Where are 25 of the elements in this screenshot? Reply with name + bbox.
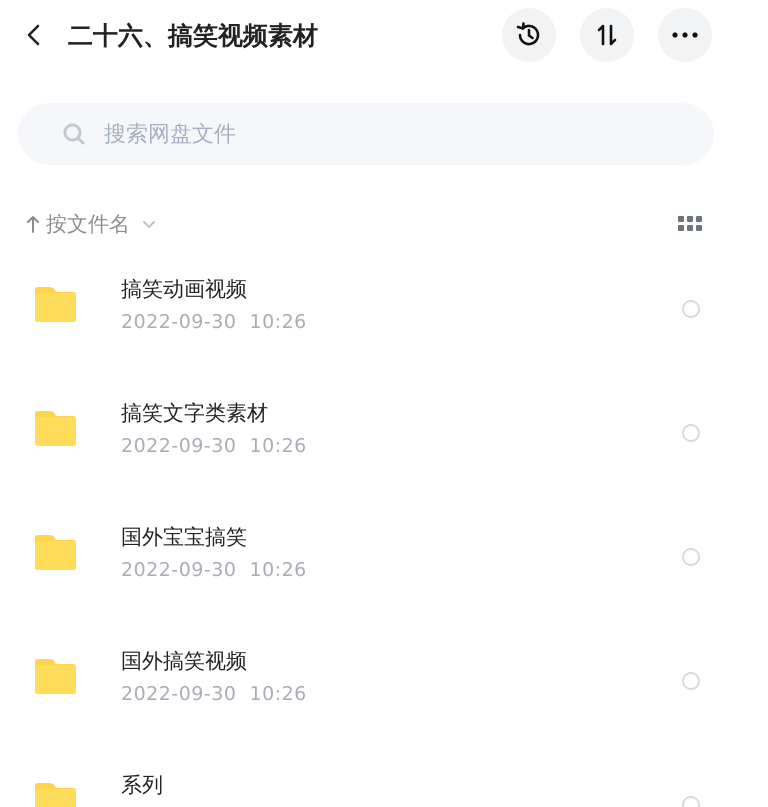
select-radio[interactable]: [682, 424, 700, 442]
folder-name[interactable]: 国外宝宝搞笑: [121, 523, 682, 551]
more-icon: [672, 32, 698, 38]
folder-icon: [35, 782, 76, 807]
folder-icon: [35, 658, 76, 694]
page-title: 二十六、搞笑视频素材: [68, 20, 319, 52]
folder-name[interactable]: 搞笑动画视频: [121, 275, 682, 303]
select-radio[interactable]: [682, 548, 700, 566]
select-radio[interactable]: [682, 672, 700, 690]
folder-icon: [35, 410, 76, 446]
folder-name[interactable]: 系列: [121, 771, 682, 799]
folder-icon: [35, 286, 76, 322]
search-icon: [62, 122, 86, 146]
folder-name[interactable]: 国外搞笑视频: [121, 647, 682, 675]
modified-date: 2022-09-30 10:26: [121, 435, 308, 457]
search-field[interactable]: 搜索网盘文件: [18, 103, 714, 165]
chevron-down-icon: [142, 219, 156, 229]
modified-date: 2022-09-30 10:26: [121, 559, 308, 581]
folder-name[interactable]: 搞笑文字类素材: [121, 399, 682, 427]
modified-date: 2022-09-30 10:26: [121, 683, 308, 705]
select-radio[interactable]: [682, 300, 700, 318]
grid-view-icon[interactable]: [678, 216, 702, 232]
modified-date: 2022-09-30 10:26: [121, 311, 308, 333]
up-arrow-icon: [26, 214, 40, 234]
folder-icon: [35, 534, 76, 570]
